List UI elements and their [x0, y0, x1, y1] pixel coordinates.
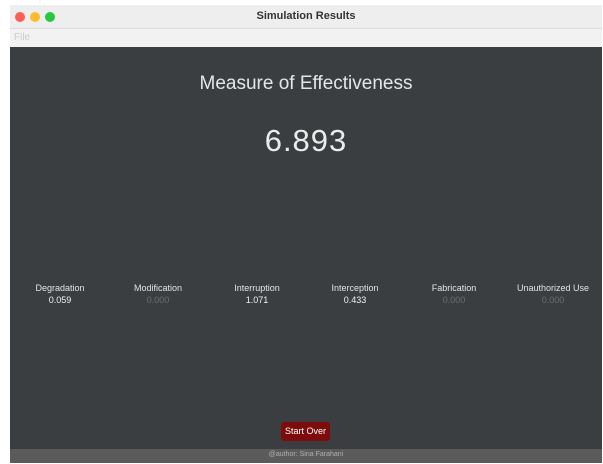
footer: @author: Sina Farahani — [10, 449, 602, 463]
metric-modification: Modification 0.000 — [110, 283, 206, 306]
title-bar[interactable]: Simulation Results — [10, 5, 602, 29]
page-title: Measure of Effectiveness — [199, 73, 413, 94]
metric-value: 0.000 — [146, 295, 170, 305]
results-panel: Measure of Effectiveness 6.893 Degradati… — [10, 47, 602, 449]
menu-file[interactable]: File — [14, 32, 30, 43]
metric-label: Interruption — [234, 283, 280, 293]
metric-interruption: Interruption 1.071 — [209, 283, 305, 306]
start-over-button[interactable]: Start Over — [281, 422, 330, 441]
metric-degradation: Degradation 0.059 — [12, 283, 108, 306]
window-title: Simulation Results — [256, 10, 356, 22]
metric-label: Degradation — [35, 283, 85, 293]
metric-label: Interception — [331, 283, 379, 293]
metric-label: Unauthorized Use — [516, 283, 590, 293]
metric-value: 0.000 — [442, 295, 466, 305]
metric-value: 0.433 — [343, 295, 367, 305]
metric-value: 0.059 — [48, 295, 72, 305]
author-credit: @author: Sina Farahani — [268, 451, 344, 458]
metrics-row: Degradation 0.059 Modification 0.000 Int… — [10, 283, 602, 313]
metric-value: 1.071 — [245, 295, 269, 305]
metric-unauthorized-use: Unauthorized Use 0.000 — [505, 283, 601, 306]
metric-fabrication: Fabrication 0.000 — [406, 283, 502, 306]
metric-label: Fabrication — [431, 283, 477, 293]
app-window: Simulation Results File Measure of Effec… — [10, 5, 602, 463]
metric-interception: Interception 0.433 — [307, 283, 403, 306]
metric-label: Modification — [133, 283, 183, 293]
effectiveness-value: 6.893 — [264, 123, 348, 158]
menu-bar: File — [10, 29, 602, 47]
metric-value: 0.000 — [541, 295, 565, 305]
